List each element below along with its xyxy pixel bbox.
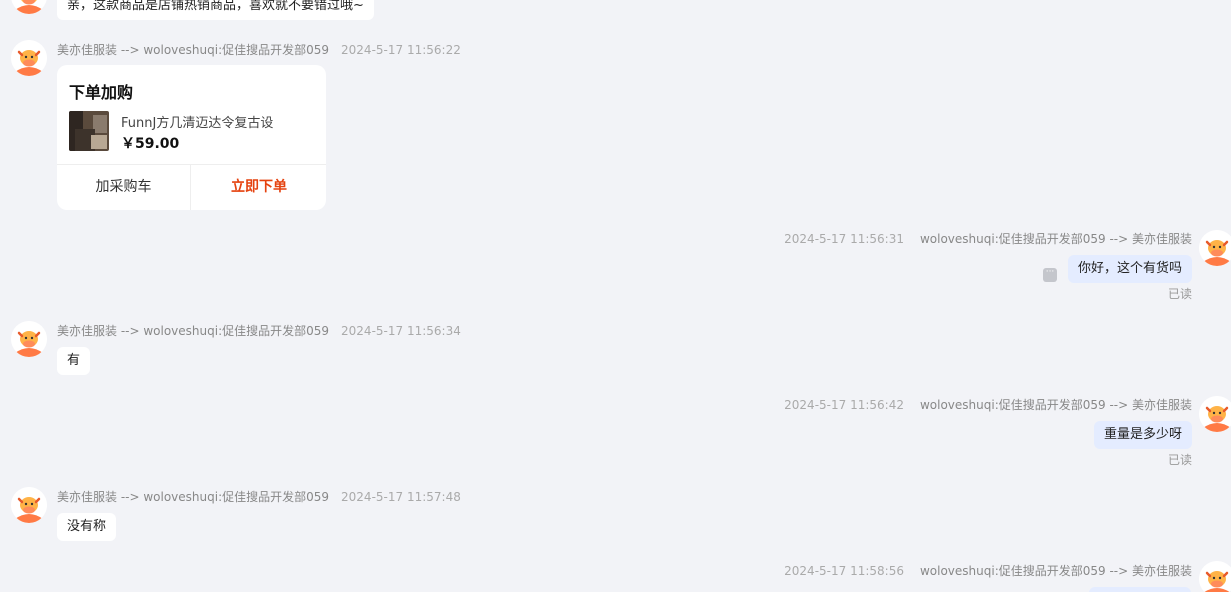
timestamp: 2024-5-17 11:56:42 — [784, 398, 904, 412]
add-to-cart-button[interactable]: 加采购车 — [57, 165, 191, 210]
message-meta: 2024-5-17 11:58:56 woloveshuqi:促佳搜品开发部059… — [784, 562, 1192, 579]
product-name[interactable]: FunnJ方几清迈达令复古设 — [121, 112, 273, 131]
cartoon-cow-avatar-icon — [11, 0, 47, 14]
message-bubble: 有 — [57, 347, 91, 375]
avatar[interactable] — [1199, 396, 1231, 432]
read-status: 已读 — [1167, 287, 1192, 301]
avatar[interactable] — [11, 0, 47, 14]
sender-label: woloveshuqi:促佳搜品开发部059 --> 美亦佳服装 — [919, 564, 1192, 578]
cartoon-cow-avatar-icon — [11, 40, 47, 76]
product-price: ￥59.00 — [121, 136, 180, 152]
card-title: 下单加购 — [69, 83, 134, 102]
more-options-icon[interactable]: ··· — [1043, 268, 1057, 282]
sender-label: 美亦佳服装 --> woloveshuqi:促佳搜品开发部059 — [57, 43, 330, 57]
read-status: 已读 — [1167, 453, 1192, 467]
message-meta: 2024-5-17 11:56:42 woloveshuqi:促佳搜品开发部059… — [784, 396, 1192, 413]
message-bubble: 重量是多少呀 — [1093, 421, 1192, 449]
sender-label: woloveshuqi:促佳搜品开发部059 --> 美亦佳服装 — [919, 398, 1192, 412]
cartoon-cow-avatar-icon — [11, 321, 47, 357]
avatar[interactable] — [11, 487, 47, 523]
sender-label: woloveshuqi:促佳搜品开发部059 --> 美亦佳服装 — [919, 232, 1192, 246]
message-bubble: 亲，这款商品是店铺热销商品，喜欢就不要错过哦~ — [57, 0, 374, 20]
message-bubble — [1089, 587, 1191, 592]
timestamp: 2024-5-17 11:56:31 — [784, 232, 904, 246]
avatar[interactable] — [1199, 561, 1231, 592]
message-meta: 美亦佳服装 --> woloveshuqi:促佳搜品开发部059 2024-5-1… — [57, 41, 461, 58]
message-bubble: 你好，这个有货吗 — [1067, 255, 1192, 283]
cartoon-cow-avatar-icon — [1199, 396, 1231, 432]
timestamp: 2024-5-17 11:57:48 — [341, 490, 461, 504]
cartoon-cow-avatar-icon — [1199, 230, 1231, 266]
product-thumbnail[interactable] — [69, 111, 109, 151]
cartoon-cow-avatar-icon — [11, 487, 47, 523]
cartoon-cow-avatar-icon — [1199, 561, 1231, 592]
message-bubble: 没有称 — [57, 513, 117, 541]
message-meta: 2024-5-17 11:56:31 woloveshuqi:促佳搜品开发部059… — [784, 230, 1192, 247]
avatar[interactable] — [11, 321, 47, 357]
timestamp: 2024-5-17 11:58:56 — [784, 564, 904, 578]
sender-label: 美亦佳服装 --> woloveshuqi:促佳搜品开发部059 — [57, 490, 330, 504]
sender-label: 美亦佳服装 --> woloveshuqi:促佳搜品开发部059 — [57, 324, 330, 338]
avatar[interactable] — [1199, 230, 1231, 266]
avatar[interactable] — [11, 40, 47, 76]
timestamp: 2024-5-17 11:56:22 — [341, 43, 461, 57]
message-meta: 美亦佳服装 --> woloveshuqi:促佳搜品开发部059 2024-5-1… — [57, 488, 461, 505]
order-card: 下单加购 FunnJ方几清迈达令复古设 ￥59.00 加采购车 立即下单 — [57, 65, 326, 210]
message-meta: 美亦佳服装 --> woloveshuqi:促佳搜品开发部059 2024-5-1… — [57, 322, 461, 339]
chat-log: 亲，这款商品是店铺热销商品，喜欢就不要错过哦~ 美亦佳服装 --> wolove… — [0, 0, 1231, 592]
buy-now-button[interactable]: 立即下单 — [192, 165, 326, 210]
timestamp: 2024-5-17 11:56:34 — [341, 324, 461, 338]
